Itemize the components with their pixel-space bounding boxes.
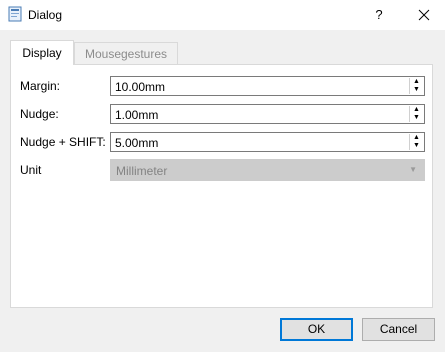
margin-stepper: ▲ ▼ <box>409 78 423 94</box>
nudge-shift-label: Nudge + SHIFT: <box>20 135 106 149</box>
unit-select: Millimeter ▼ <box>110 159 425 181</box>
nudge-shift-decrement-arrow-icon[interactable]: ▼ <box>410 142 423 150</box>
nudge-stepper: ▲ ▼ <box>409 106 423 122</box>
nudge-shift-value[interactable]: 5.00mm <box>115 136 158 150</box>
unit-label: Unit <box>20 163 42 177</box>
nudge-decrement-arrow-icon[interactable]: ▼ <box>410 114 423 122</box>
title-bar: Dialog ? <box>0 0 445 30</box>
margin-increment-arrow-icon[interactable]: ▲ <box>410 78 423 86</box>
margin-decrement-arrow-icon[interactable]: ▼ <box>410 86 423 94</box>
nudge-value[interactable]: 1.00mm <box>115 108 158 122</box>
margin-value[interactable]: 10.00mm <box>115 80 165 94</box>
tab-display[interactable]: Display <box>10 40 74 65</box>
nudge-label: Nudge: <box>20 107 59 121</box>
tab-mousegestures[interactable]: Mousegestures <box>74 42 178 64</box>
close-button[interactable] <box>409 0 439 30</box>
help-button[interactable]: ? <box>364 0 394 30</box>
nudge-shift-stepper: ▲ ▼ <box>409 134 423 150</box>
window-title: Dialog <box>28 8 63 22</box>
unit-value: Millimeter <box>116 164 168 178</box>
nudge-shift-increment-arrow-icon[interactable]: ▲ <box>410 134 423 142</box>
nudge-increment-arrow-icon[interactable]: ▲ <box>410 106 423 114</box>
ok-button[interactable]: OK <box>280 318 353 341</box>
nudge-shift-spinbox[interactable]: 5.00mm ▲ ▼ <box>110 132 425 152</box>
close-icon <box>418 9 430 21</box>
margin-spinbox[interactable]: 10.00mm ▲ ▼ <box>110 76 425 96</box>
dialog-app-icon <box>7 6 23 22</box>
nudge-spinbox[interactable]: 1.00mm ▲ ▼ <box>110 104 425 124</box>
cancel-button[interactable]: Cancel <box>362 318 435 341</box>
chevron-down-icon: ▼ <box>409 165 417 174</box>
display-tab-panel <box>10 64 433 308</box>
margin-label: Margin: <box>20 79 61 93</box>
